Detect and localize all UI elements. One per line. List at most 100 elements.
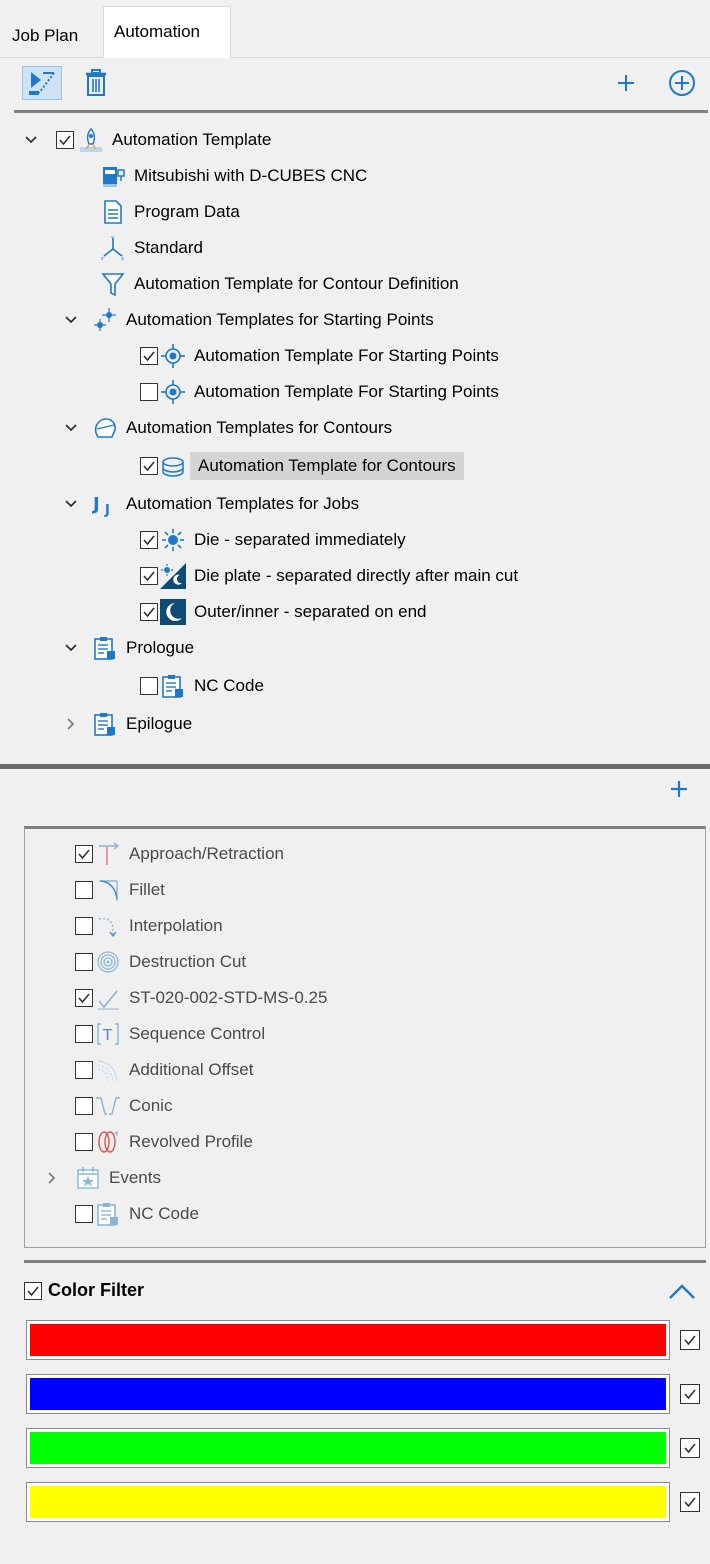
starting-points-icon — [92, 307, 118, 333]
nc-code-icon — [95, 1201, 121, 1227]
chevron-down-icon[interactable] — [22, 131, 40, 149]
offset-checkbox[interactable] — [75, 1061, 93, 1079]
collapse-button[interactable] — [666, 1280, 698, 1304]
color-green-checkbox[interactable] — [680, 1438, 700, 1458]
tree-item-starting-points-group[interactable]: Automation Templates for Starting Points — [62, 302, 434, 338]
tree-item-starting-point-2[interactable]: Automation Template For Starting Points — [140, 374, 499, 410]
feature-interpolation[interactable]: Interpolation — [75, 909, 223, 943]
chevron-down-icon[interactable] — [62, 639, 80, 657]
technology-checkbox[interactable] — [75, 989, 93, 1007]
nc-code-icon — [92, 635, 118, 661]
color-fill — [30, 1432, 666, 1464]
svg-text:T: T — [102, 1026, 113, 1044]
feature-offset[interactable]: Additional Offset — [75, 1053, 253, 1087]
chevron-down-icon[interactable] — [62, 419, 80, 437]
revolved-checkbox[interactable] — [75, 1133, 93, 1151]
tree-item-standard[interactable]: Yz x Standard — [96, 230, 203, 266]
add-button[interactable] — [606, 66, 646, 100]
tree-item-root[interactable]: Automation Template — [22, 122, 271, 158]
color-fill — [30, 1324, 666, 1356]
run-automation-button[interactable] — [22, 66, 62, 100]
starting-point-2-checkbox[interactable] — [140, 383, 158, 401]
tab-job-plan[interactable]: Job Plan — [2, 14, 102, 58]
tree-item-prologue[interactable]: Prologue — [62, 630, 194, 666]
color-red-checkbox[interactable] — [680, 1330, 700, 1350]
starting-point-1-checkbox[interactable] — [140, 347, 158, 365]
crosshair-icon — [160, 379, 186, 405]
tree-item-jobs-group[interactable]: JJ Automation Templates for Jobs — [62, 486, 359, 522]
prologue-nc-code-checkbox[interactable] — [140, 677, 158, 695]
panel-splitter[interactable] — [0, 764, 710, 769]
svg-text:z: z — [101, 256, 104, 261]
delete-button[interactable] — [76, 66, 116, 100]
tree-item-program-data[interactable]: Program Data — [96, 194, 240, 230]
destruction-checkbox[interactable] — [75, 953, 93, 971]
color-swatch-blue[interactable] — [26, 1374, 670, 1414]
feature-conic[interactable]: Conic — [75, 1089, 172, 1123]
color-yellow-checkbox[interactable] — [680, 1492, 700, 1512]
tree-label-prologue-nc-code: NC Code — [194, 676, 264, 695]
tree-item-epilogue[interactable]: Epilogue — [62, 706, 192, 742]
crosshair-icon — [160, 343, 186, 369]
tab-automation[interactable]: Automation — [103, 6, 231, 58]
interpolation-checkbox[interactable] — [75, 917, 93, 935]
sequence-checkbox[interactable] — [75, 1025, 93, 1043]
color-swatch-green[interactable] — [26, 1428, 670, 1468]
color-blue-checkbox[interactable] — [680, 1384, 700, 1404]
color-filter-toggle[interactable]: Color Filter — [24, 1280, 144, 1301]
feature-nc-code[interactable]: NC Code — [75, 1197, 199, 1231]
color-fill — [30, 1378, 666, 1410]
tree-item-job-3[interactable]: Outer/inner - separated on end — [140, 594, 426, 630]
approach-checkbox[interactable] — [75, 845, 93, 863]
feature-sequence[interactable]: T Sequence Control — [75, 1017, 265, 1051]
nc-code-checkbox[interactable] — [75, 1205, 93, 1223]
moon-icon — [160, 599, 186, 625]
job-2-checkbox[interactable] — [140, 567, 158, 585]
feature-label-sequence: Sequence Control — [129, 1024, 266, 1043]
root-checkbox[interactable] — [56, 131, 74, 149]
add-feature-button[interactable] — [668, 776, 690, 806]
conic-icon — [95, 1093, 121, 1119]
chevron-right-icon[interactable] — [43, 1169, 61, 1187]
tree-item-job-2[interactable]: Die plate - separated directly after mai… — [140, 558, 518, 594]
contour-checkbox[interactable] — [140, 457, 158, 475]
color-swatch-red[interactable] — [26, 1320, 670, 1360]
color-filter-checkbox[interactable] — [24, 1281, 42, 1300]
calendar-icon — [75, 1165, 101, 1191]
feature-label-approach: Approach/Retraction — [129, 844, 284, 863]
tree-label-job-3: Outer/inner - separated on end — [194, 602, 427, 621]
feature-approach[interactable]: Approach/Retraction — [75, 837, 284, 871]
chevron-down-icon[interactable] — [62, 311, 80, 329]
tree-item-prologue-nc-code[interactable]: NC Code — [140, 668, 264, 704]
tree-item-machine[interactable]: Mitsubishi with D-CUBES CNC — [96, 158, 367, 194]
chevron-down-icon[interactable] — [62, 495, 80, 513]
tree-label-jobs-group: Automation Templates for Jobs — [126, 494, 360, 513]
tree-item-contour[interactable]: Automation Template for Contours — [140, 448, 464, 484]
feature-revolved[interactable]: Revolved Profile — [75, 1125, 253, 1159]
tree-item-job-1[interactable]: Die - separated immediately — [140, 522, 406, 558]
job-1-checkbox[interactable] — [140, 531, 158, 549]
tree-item-contours-group[interactable]: Automation Templates for Contours — [62, 410, 392, 446]
feature-events[interactable]: Events — [43, 1161, 161, 1195]
sun-icon — [160, 527, 186, 553]
feature-fillet[interactable]: Fillet — [75, 873, 165, 907]
conic-checkbox[interactable] — [75, 1097, 93, 1115]
feature-technology[interactable]: ST-020-002-STD-MS-0.25 — [75, 981, 327, 1015]
plus-icon — [618, 75, 634, 91]
sequence-icon: T — [95, 1021, 121, 1047]
plus-icon — [671, 781, 687, 797]
job-3-checkbox[interactable] — [140, 603, 158, 621]
tree-label-epilogue: Epilogue — [126, 714, 193, 733]
contour-layers-icon — [160, 453, 186, 479]
color-swatch-yellow[interactable] — [26, 1482, 670, 1522]
checkmark-icon — [95, 985, 121, 1011]
svg-text:x: x — [121, 256, 124, 261]
add-circle-button[interactable] — [662, 66, 702, 100]
chevron-right-icon[interactable] — [62, 715, 80, 733]
tree-item-contour-definition[interactable]: Automation Template for Contour Definiti… — [96, 266, 459, 302]
feature-label-technology: ST-020-002-STD-MS-0.25 — [129, 988, 328, 1007]
tree-label-job-1: Die - separated immediately — [194, 530, 406, 549]
tree-item-starting-point-1[interactable]: Automation Template For Starting Points — [140, 338, 499, 374]
feature-destruction[interactable]: Destruction Cut — [75, 945, 246, 979]
fillet-checkbox[interactable] — [75, 881, 93, 899]
